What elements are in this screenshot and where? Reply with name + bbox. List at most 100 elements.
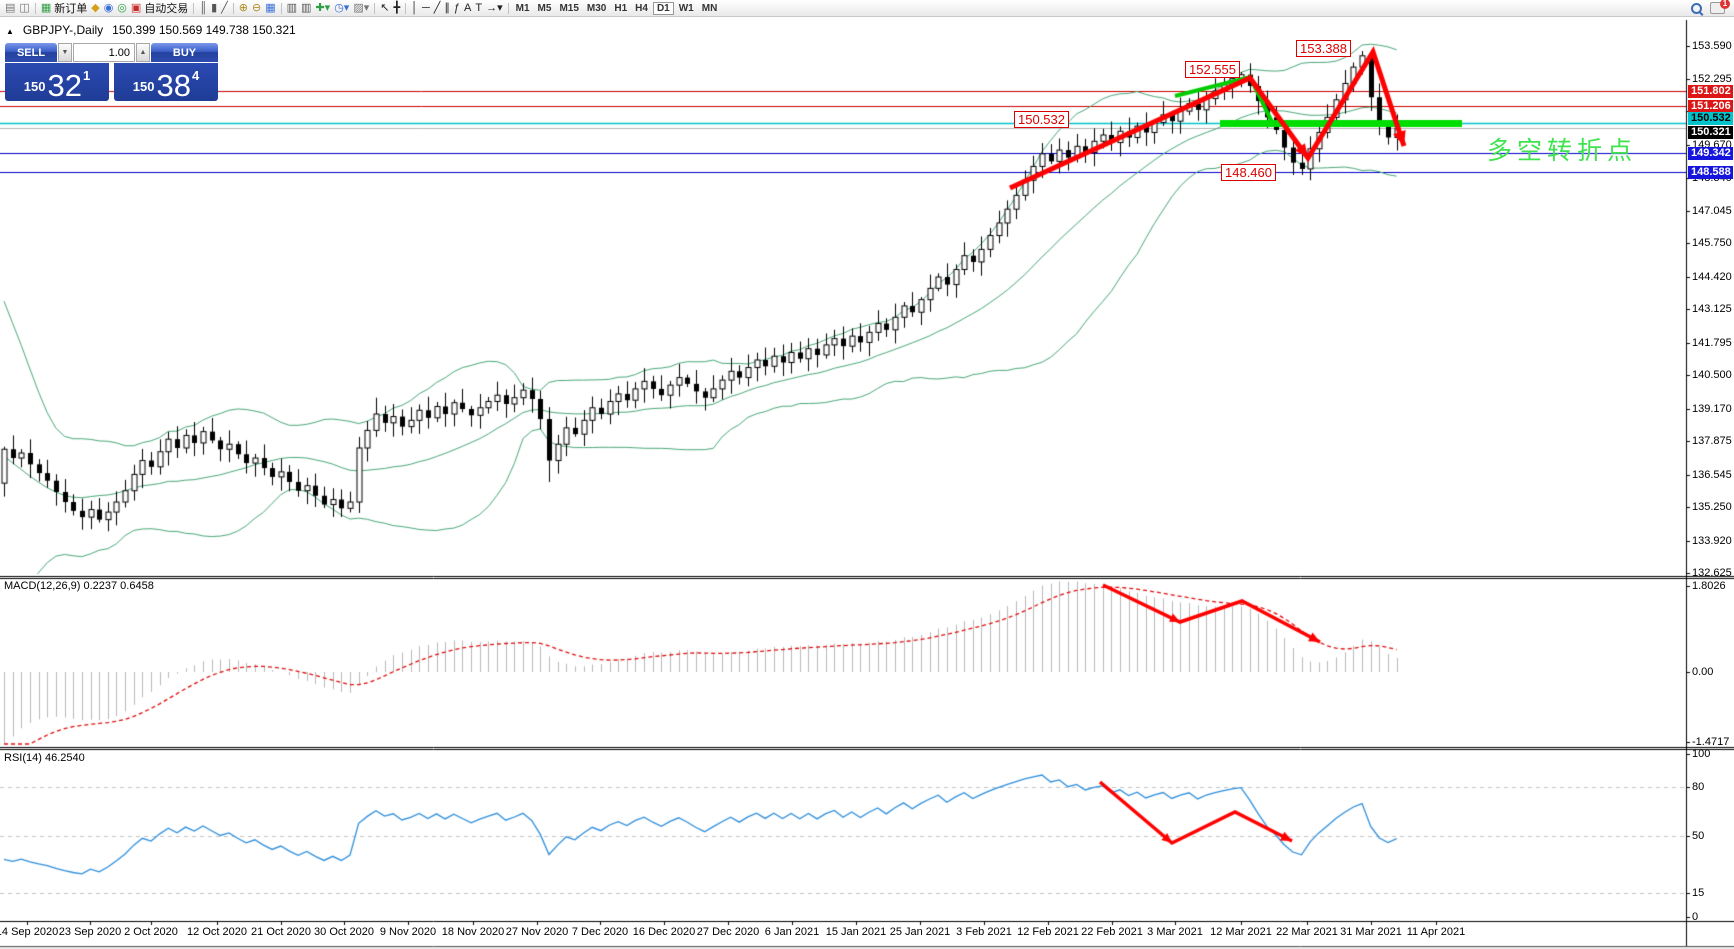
toolbar-separator [233,3,234,14]
timeframe-button-w1[interactable]: W1 [676,2,697,15]
price-callout-152.555[interactable]: 152.555 [1185,61,1240,78]
new-chart-icon[interactable]: ▤ [3,1,17,16]
timeframe-button-mn[interactable]: MN [699,2,721,15]
funnel-icon[interactable]: ◆ [89,1,101,16]
sell-price-big: 32 [47,72,81,99]
toolbar-separator [193,3,194,14]
timeframe-button-h4[interactable]: H4 [632,2,651,15]
buy-button[interactable]: BUY [151,43,218,62]
price-callout-150.532[interactable]: 150.532 [1014,111,1069,128]
one-click-trade-panel: SELL ▼ ▲ BUY 150 32 1 150 38 4 [5,43,218,101]
timeframe-button-m30[interactable]: M30 [584,2,609,15]
text-label-icon[interactable]: T [473,1,484,16]
notification-count-badge: 1 [1720,0,1730,9]
toolbar-separator [405,3,406,14]
text-icon: A [464,3,471,14]
price-callout-153.388[interactable]: 153.388 [1296,40,1351,57]
line-chart-icon[interactable]: ╱ [219,1,230,16]
chart-canvas[interactable] [0,0,1734,949]
trading-platform-window: ▤◫▦新订单◆◉◎▣自动交易║▮╱⊕⊖▦▥▥✚▾◷▾▨▾↖╋│─╱∥ƒAT→▾M… [0,0,1734,949]
trendline-icon[interactable]: ╱ [432,1,443,16]
chart-template-icon: ▨▾ [353,3,369,14]
sell-price-prefix: 150 [24,79,46,94]
cursor-icon: ↖ [380,3,389,14]
timeframe-button-d1[interactable]: D1 [653,2,674,15]
line-chart-icon: ╱ [221,3,228,14]
window-profiles-icon[interactable]: ◫ [17,1,31,16]
equidistant-channel-icon[interactable]: ∥ [442,1,452,16]
zoom-in-icon[interactable]: ⊕ [237,1,250,16]
text-icon[interactable]: A [462,1,473,16]
buy-price-big: 38 [156,72,190,99]
chart-symbol-label: GBPJPY-,Daily [23,23,103,37]
add-indicator-button[interactable]: ✚▾ [313,1,332,16]
arrows-icon[interactable]: →▾ [484,1,505,16]
main-toolbar: ▤◫▦新订单◆◉◎▣自动交易║▮╱⊕⊖▦▥▥✚▾◷▾▨▾↖╋│─╱∥ƒAT→▾M… [0,0,1734,17]
horizontal-line-icon: ─ [422,3,430,14]
bar-chart-icon[interactable]: ║ [197,1,209,16]
text-label-icon: T [475,3,482,14]
cursor-icon[interactable]: ↖ [378,1,391,16]
fibonacci-icon[interactable]: ƒ [452,1,462,16]
search-icon[interactable] [1691,3,1702,14]
sell-price-box[interactable]: 150 32 1 [5,63,109,101]
volume-decrease-button[interactable]: ▼ [58,43,72,62]
user-icon: ◉ [104,3,114,14]
timeframe-button-m15[interactable]: M15 [556,2,581,15]
collapse-icon[interactable]: ▲ [6,27,14,36]
fibonacci-icon: ƒ [454,3,460,14]
trendline-icon: ╱ [434,3,441,14]
horizontal-line-icon[interactable]: ─ [420,1,432,16]
bar-chart-icon: ║ [199,3,207,14]
new-order-button: ▦ [41,3,51,14]
notifications-icon[interactable]: 1 [1710,2,1725,14]
timeframe-button-h1[interactable]: H1 [611,2,630,15]
arrows-icon: →▾ [486,3,503,14]
timeframe-button-m1[interactable]: M1 [513,2,533,15]
indicator-list-icon: ▥ [301,3,311,14]
tile-windows-icon: ▦ [265,3,275,14]
autotrading-button: ▣ [131,3,141,14]
crosshair-icon[interactable]: ╋ [391,1,402,16]
signals-icon: ◎ [117,3,127,14]
add-indicator-button: ✚▾ [315,3,330,14]
zoom-in-icon: ⊕ [239,3,248,14]
chart-template-icon[interactable]: ▨▾ [351,1,371,16]
bull-bear-turning-point-note[interactable]: 多空转折点 [1487,131,1637,167]
toolbar-separator [35,3,36,14]
sell-price-sup: 1 [83,68,90,83]
new-chart-icon: ▤ [5,3,15,14]
buy-price-prefix: 150 [133,79,155,94]
new-order-button-label: 新订单 [54,0,87,16]
crosshair-icon: ╋ [393,3,400,14]
chart-title: ▲ GBPJPY-,Daily 150.399 150.569 149.738 … [6,23,296,37]
user-icon[interactable]: ◉ [102,1,116,16]
buy-price-box[interactable]: 150 38 4 [114,63,218,101]
period-clock-icon[interactable]: ◷▾ [332,1,351,16]
window-profiles-icon: ◫ [19,3,29,14]
toolbar-separator [281,3,282,14]
autotrading-button[interactable]: ▣自动交易 [129,1,190,16]
chart-ohlc-values: 150.399 150.569 149.738 150.321 [112,23,296,37]
toolbar-right-group: 1 [1691,2,1725,14]
period-clock-icon: ◷▾ [334,3,349,14]
equidistant-channel-icon: ∥ [444,3,450,14]
candlestick-icon[interactable]: ▮ [209,1,219,16]
signals-icon[interactable]: ◎ [115,1,129,16]
indicator-window-icon: ▥ [287,3,297,14]
zoom-out-icon: ⊖ [252,3,261,14]
sell-button[interactable]: SELL [5,43,57,62]
indicator-list-icon[interactable]: ▥ [299,1,313,16]
volume-input[interactable] [73,43,135,62]
buy-price-sup: 4 [192,68,199,83]
autotrading-button-label: 自动交易 [144,0,188,16]
price-callout-148.460[interactable]: 148.460 [1221,164,1276,181]
toolbar-separator [508,3,509,14]
new-order-button[interactable]: ▦新订单 [39,1,89,16]
timeframe-button-m5[interactable]: M5 [535,2,555,15]
indicator-window-icon[interactable]: ▥ [285,1,299,16]
tile-windows-icon[interactable]: ▦ [263,1,277,16]
zoom-out-icon[interactable]: ⊖ [250,1,263,16]
volume-increase-button[interactable]: ▲ [136,43,150,62]
vertical-line-icon[interactable]: │ [409,1,420,16]
